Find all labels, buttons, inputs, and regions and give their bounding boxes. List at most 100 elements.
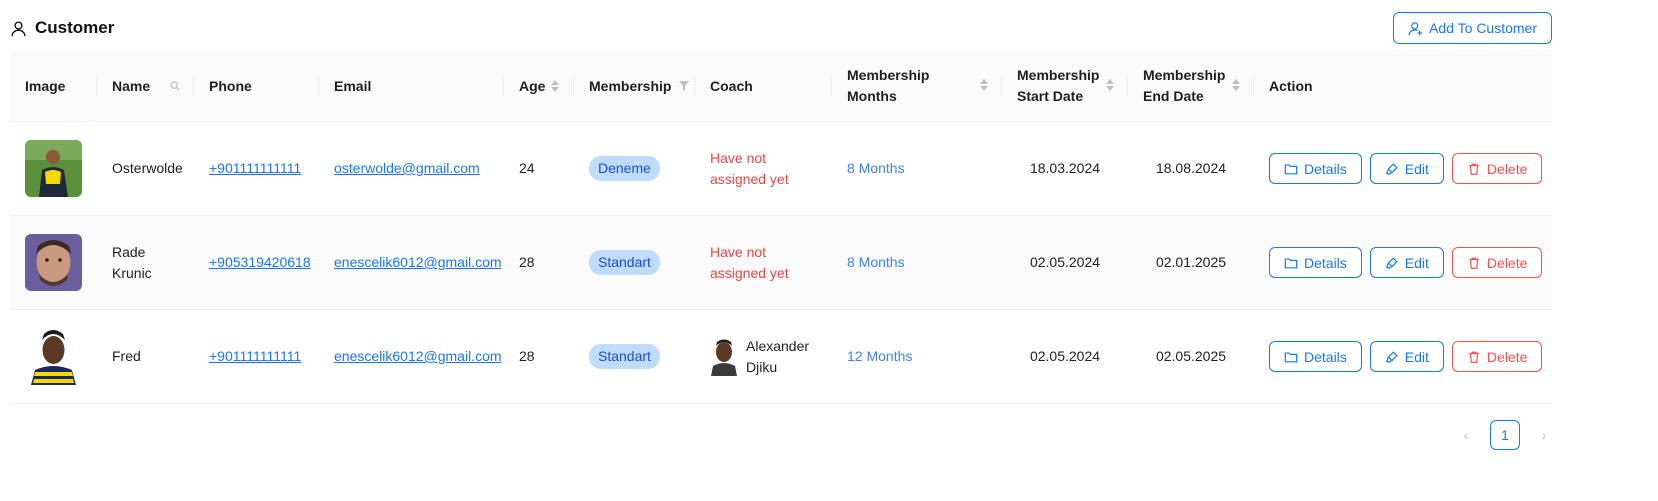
details-button[interactable]: Details [1269, 341, 1362, 372]
edit-button[interactable]: Edit [1369, 341, 1444, 372]
col-label: Coach [710, 77, 753, 94]
cell-name: Osterwolde [112, 160, 183, 176]
trash-icon [1469, 163, 1479, 175]
folder-icon [1284, 257, 1298, 268]
col-header-phone: Phone [194, 50, 319, 122]
delete-button[interactable]: Delete [1451, 153, 1543, 184]
user-icon [11, 20, 26, 36]
cell-end-date: 02.01.2025 [1155, 254, 1227, 270]
delete-button[interactable]: Delete [1451, 341, 1543, 372]
search-icon[interactable] [170, 81, 180, 91]
cell-age: 28 [519, 254, 535, 270]
col-label: Image [25, 77, 66, 94]
table-header: Image Name Phone Email Age Membership Co… [10, 50, 1552, 122]
page-header: Customer Add To Customer [10, 12, 1552, 44]
add-button-label: Add To Customer [1429, 20, 1537, 36]
edit-button[interactable]: Edit [1369, 153, 1444, 184]
sort-icon[interactable] [980, 79, 988, 91]
email-link[interactable]: enescelik6012@gmail.com [334, 252, 502, 273]
col-header-end-date[interactable]: Membership End Date [1128, 50, 1254, 122]
col-label: Membership End Date [1143, 67, 1226, 104]
cell-phone: +901111111111 [194, 310, 301, 403]
user-add-icon [1408, 21, 1422, 35]
cell-months: 8 Months [847, 254, 905, 270]
customer-photo [25, 328, 82, 385]
cell-end-date: 18.08.2024 [1155, 160, 1227, 176]
cell-age: 28 [519, 348, 535, 364]
cell-start-date: 18.03.2024 [1029, 160, 1101, 176]
coach-avatar [710, 337, 738, 376]
cell-start-date: 02.05.2024 [1029, 254, 1101, 270]
col-label: Phone [209, 77, 252, 94]
highlighter-icon [1385, 162, 1398, 175]
filter-icon[interactable] [679, 81, 690, 91]
cell-phone: +901111111111 [194, 122, 301, 215]
edit-label: Edit [1404, 348, 1429, 365]
details-button[interactable]: Details [1269, 153, 1362, 184]
table-row: Osterwolde +901111111111 osterwolde@gmai… [10, 122, 1552, 216]
cell-actions: Details Edit Delete [1254, 310, 1543, 403]
col-label: Email [334, 77, 372, 94]
phone-link[interactable]: +901111111111 [209, 158, 301, 179]
email-link[interactable]: enescelik6012@gmail.com [334, 346, 502, 367]
details-button[interactable]: Details [1269, 247, 1362, 278]
delete-button[interactable]: Delete [1451, 247, 1543, 278]
phone-link[interactable]: +905319420618 [209, 252, 311, 273]
customer-photo [25, 234, 82, 291]
cell-months: 12 Months [847, 348, 913, 364]
cell-start-date: 02.05.2024 [1029, 348, 1101, 364]
cell-membership: Standart [574, 216, 660, 309]
cell-coach: Have not assigned yet [710, 149, 789, 187]
title-wrap: Customer [10, 18, 114, 38]
delete-label: Delete [1486, 348, 1528, 365]
row-actions: Details Edit Delete [1269, 341, 1543, 372]
edit-button[interactable]: Edit [1369, 247, 1444, 278]
cell-membership: Deneme [574, 122, 660, 215]
membership-tag: Deneme [589, 156, 660, 181]
col-header-email: Email [319, 50, 504, 122]
email-link[interactable]: osterwolde@gmail.com [334, 158, 480, 179]
cell-email: enescelik6012@gmail.com [319, 310, 502, 403]
details-label: Details [1304, 348, 1347, 365]
coach-name: Alexander Djiku [746, 337, 810, 375]
sort-icon[interactable] [1232, 79, 1240, 91]
customer-photo [25, 140, 82, 197]
table-row: Rade Krunic +905319420618 enescelik6012@… [10, 216, 1552, 310]
col-header-months[interactable]: Membership Months [832, 50, 1002, 122]
highlighter-icon [1385, 350, 1398, 363]
sort-icon[interactable] [551, 80, 560, 92]
folder-icon [1284, 351, 1298, 362]
col-header-age[interactable]: Age [504, 50, 574, 122]
table-row: Fred +901111111111 enescelik6012@gmail.c… [10, 310, 1552, 404]
col-header-name[interactable]: Name [97, 50, 194, 122]
cell-image [10, 216, 82, 309]
col-header-start-date[interactable]: Membership Start Date [1002, 50, 1128, 122]
col-label: Membership [589, 77, 672, 94]
cell-email: enescelik6012@gmail.com [319, 216, 502, 309]
cell-name: Rade Krunic [112, 243, 152, 281]
highlighter-icon [1385, 256, 1398, 269]
cell-membership: Standart [574, 310, 660, 403]
row-actions: Details Edit Delete [1269, 247, 1543, 278]
col-label: Age [519, 77, 546, 94]
sort-icon[interactable] [1106, 79, 1114, 91]
membership-tag: Standart [589, 250, 660, 275]
page-title: Customer [35, 18, 115, 37]
coach-info: Alexander Djiku [710, 336, 809, 378]
col-label: Membership Months [847, 67, 930, 104]
next-page-button[interactable]: › [1528, 419, 1560, 451]
page-1-button[interactable]: 1 [1490, 420, 1520, 450]
edit-label: Edit [1404, 160, 1429, 177]
col-header-membership[interactable]: Membership [574, 50, 695, 122]
phone-link[interactable]: +901111111111 [209, 346, 301, 367]
cell-coach: Have not assigned yet [710, 243, 789, 281]
add-to-customer-button[interactable]: Add To Customer [1393, 12, 1552, 44]
cell-image [10, 310, 82, 403]
details-label: Details [1304, 160, 1347, 177]
customer-table: Image Name Phone Email Age Membership Co… [10, 50, 1552, 404]
col-label: Membership Start Date [1017, 67, 1100, 104]
prev-page-button[interactable]: ‹ [1450, 419, 1482, 451]
cell-age: 24 [519, 160, 535, 176]
col-header-coach: Coach [695, 50, 832, 122]
trash-icon [1469, 351, 1479, 363]
